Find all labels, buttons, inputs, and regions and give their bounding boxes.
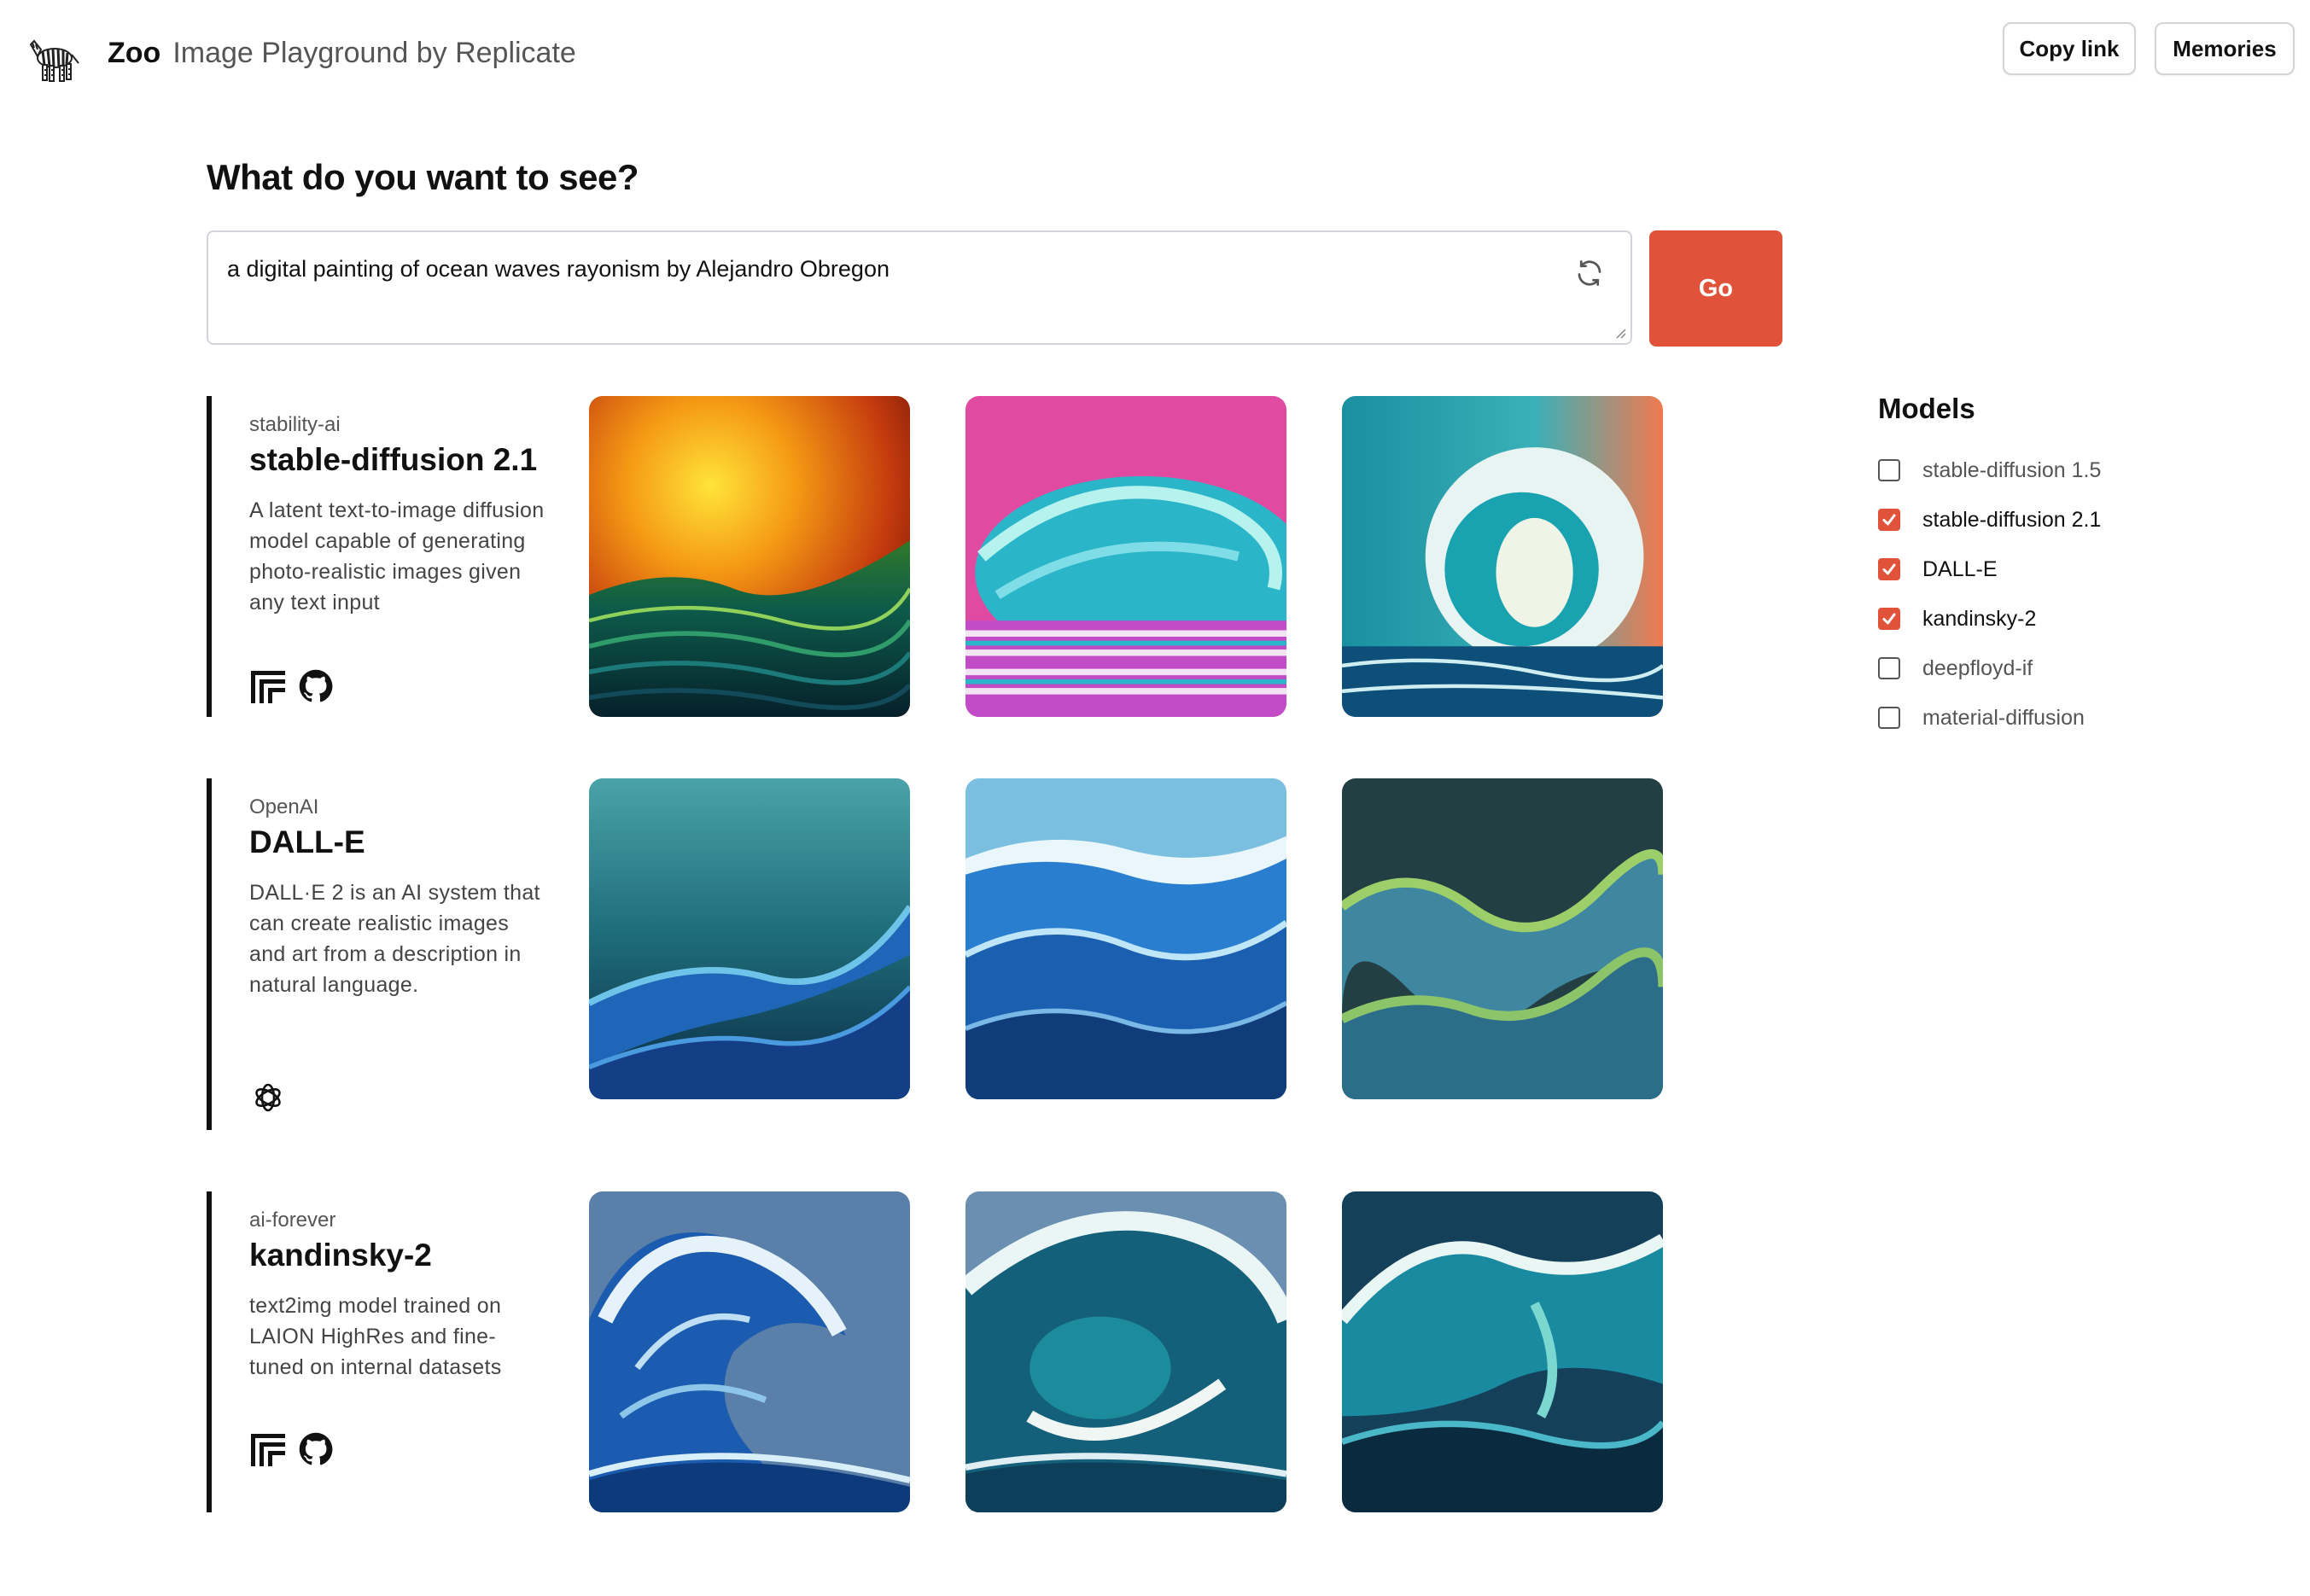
generated-image[interactable] — [589, 1191, 910, 1512]
generated-image[interactable] — [1342, 778, 1663, 1099]
memories-button[interactable]: Memories — [2155, 22, 2295, 75]
generated-image[interactable] — [589, 778, 910, 1099]
check-icon — [1882, 514, 1896, 526]
model-option-label: material-diffusion — [1922, 705, 2085, 730]
generated-image[interactable] — [1342, 1191, 1663, 1512]
model-owner: OpenAI — [249, 795, 319, 818]
model-description: A latent text-to-image diffusion model c… — [249, 498, 545, 615]
model-option-deepfloyd-if[interactable]: deepfloyd-if — [1878, 644, 2237, 693]
refresh-icon[interactable] — [1574, 258, 1605, 288]
model-option-material-diffusion[interactable]: material-diffusion — [1878, 693, 2237, 743]
checkbox-checked[interactable] — [1878, 608, 1900, 630]
model-option-label: stable-diffusion 2.1 — [1922, 507, 2102, 532]
replicate-icon[interactable] — [249, 667, 287, 705]
openai-icon[interactable] — [249, 1079, 287, 1116]
model-option-label: DALL-E — [1922, 556, 1998, 581]
checkbox[interactable] — [1878, 707, 1900, 729]
model-links — [249, 1430, 335, 1468]
models-panel: Models stable-diffusion 1.5 stable-diffu… — [1878, 393, 2237, 743]
checkbox[interactable] — [1878, 459, 1900, 481]
check-icon — [1882, 563, 1896, 575]
model-name: kandinsky-2 — [249, 1238, 432, 1273]
model-description: DALL·E 2 is an AI system that can create… — [249, 881, 540, 997]
resize-handle-icon[interactable] — [1613, 326, 1627, 340]
check-icon — [1882, 613, 1896, 625]
model-accent-bar — [207, 1191, 212, 1512]
model-option-label: kandinsky-2 — [1922, 606, 2037, 631]
model-name: DALL-E — [249, 824, 365, 859]
model-accent-bar — [207, 396, 212, 717]
generated-image[interactable] — [965, 778, 1286, 1099]
model-info: OpenAI DALL-E DALL·E 2 is an AI system t… — [249, 794, 548, 1000]
model-option-label: stable-diffusion 1.5 — [1922, 457, 2102, 482]
checkbox[interactable] — [1878, 657, 1900, 679]
model-option-kandinsky-2[interactable]: kandinsky-2 — [1878, 594, 2237, 644]
go-button[interactable]: Go — [1649, 230, 1782, 347]
model-accent-bar — [207, 778, 212, 1130]
model-owner: ai-forever — [249, 1209, 336, 1232]
model-links — [249, 667, 335, 705]
checkbox-checked[interactable] — [1878, 558, 1900, 580]
models-title: Models — [1878, 393, 1975, 424]
model-name: stable-diffusion 2.1 — [249, 442, 538, 477]
prompt-text: a digital painting of ocean waves rayoni… — [227, 256, 890, 282]
model-option-stable-diffusion-2-1[interactable]: stable-diffusion 2.1 — [1878, 495, 2237, 545]
model-links — [249, 1079, 287, 1116]
checkbox-checked[interactable] — [1878, 509, 1900, 531]
model-option-stable-diffusion-1-5[interactable]: stable-diffusion 1.5 — [1878, 446, 2237, 495]
generated-image[interactable] — [589, 396, 910, 717]
copy-link-button[interactable]: Copy link — [2003, 22, 2136, 75]
zebra-logo-icon — [29, 39, 79, 82]
brand-name: Zoo — [108, 37, 161, 69]
github-icon[interactable] — [297, 667, 335, 705]
model-option-dall-e[interactable]: DALL-E — [1878, 545, 2237, 594]
model-info: stability-ai stable-diffusion 2.1 A late… — [249, 411, 548, 618]
prompt-input[interactable]: a digital painting of ocean waves rayoni… — [207, 230, 1632, 345]
prompt-heading: What do you want to see? — [207, 157, 639, 197]
app-brand: Zoo Image Playground by Replicate — [108, 32, 576, 73]
model-info: ai-forever kandinsky-2 text2img model tr… — [249, 1207, 548, 1383]
generated-image[interactable] — [1342, 396, 1663, 717]
replicate-icon[interactable] — [249, 1430, 287, 1468]
model-description: text2img model trained on LAION HighRes … — [249, 1294, 502, 1379]
model-owner: stability-ai — [249, 413, 341, 436]
generated-image[interactable] — [965, 396, 1286, 717]
generated-image[interactable] — [965, 1191, 1286, 1512]
model-option-label: deepfloyd-if — [1922, 655, 2033, 680]
github-icon[interactable] — [297, 1430, 335, 1468]
brand-subtitle: Image Playground by Replicate — [172, 37, 576, 69]
